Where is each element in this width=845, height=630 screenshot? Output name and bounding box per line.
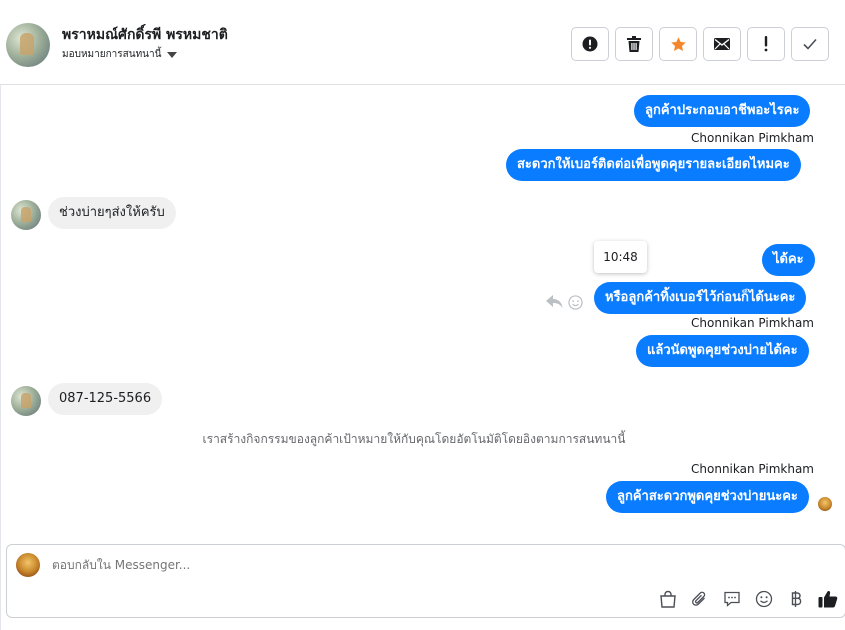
assign-dropdown[interactable]: มอบหมายการสนทนานี้	[62, 47, 178, 62]
paperclip-icon	[692, 591, 706, 606]
message-incoming[interactable]: 087-125-5566	[48, 383, 163, 415]
read-receipt-avatar	[818, 497, 832, 511]
sender-label: Chonnikan Pimkham	[691, 131, 814, 145]
message-outgoing[interactable]: ได้คะ	[762, 244, 815, 276]
exclamation-icon	[764, 36, 768, 52]
mark-spam-button[interactable]	[571, 27, 609, 61]
composer-tools	[657, 588, 839, 610]
mark-done-button[interactable]	[791, 27, 829, 61]
message-incoming[interactable]: ช่วงบ่ายๆส่งให้ครับ	[48, 197, 176, 229]
contact-avatar[interactable]	[6, 23, 50, 67]
attach-button[interactable]	[689, 588, 711, 610]
like-button[interactable]	[817, 588, 839, 610]
conversation-header: พราหมณ์ศักดิ์รพี พรหมชาติ มอบหมายการสนทน…	[0, 5, 845, 85]
timestamp-tooltip: 10:48	[594, 241, 647, 273]
message-outgoing[interactable]: ลูกค้าสะดวกพูดคุยช่วงบ่ายนะคะ	[606, 481, 809, 513]
emoji-react-icon[interactable]	[568, 295, 583, 310]
page-avatar	[16, 553, 40, 577]
reply-icon[interactable]	[546, 295, 563, 309]
alert-circle-icon	[582, 36, 598, 52]
baht-icon	[791, 591, 802, 607]
header-actions	[571, 27, 829, 61]
sender-label: Chonnikan Pimkham	[691, 316, 814, 330]
smiley-icon	[755, 590, 773, 608]
payment-button[interactable]	[785, 588, 807, 610]
assign-label: มอบหมายการสนทนานี้	[62, 49, 162, 60]
mark-unread-button[interactable]	[703, 27, 741, 61]
message-outgoing[interactable]: ลูกค้าประกอบอาชีพอะไรคะ	[634, 95, 811, 127]
check-icon	[803, 38, 817, 50]
shop-button[interactable]	[657, 588, 679, 610]
chat-bubble-icon	[724, 591, 740, 607]
thumbs-up-icon	[818, 590, 838, 608]
shopping-bag-icon	[660, 590, 676, 608]
reply-composer	[6, 544, 845, 618]
delete-button[interactable]	[615, 27, 653, 61]
envelope-icon	[714, 38, 730, 50]
message-outgoing[interactable]: แล้วนัดพูดคุยช่วงบ่ายได้คะ	[636, 335, 809, 367]
message-outgoing[interactable]: สะดวกให้เบอร์ติดต่อเพื่อพูดคุยรายละเอียด…	[506, 149, 801, 181]
emoji-button[interactable]	[753, 588, 775, 610]
message-outgoing[interactable]: หรือลูกค้าทิ้งเบอร์ไว้ก่อนก็ได้นะคะ	[594, 282, 807, 314]
follow-up-button[interactable]	[747, 27, 785, 61]
reply-input[interactable]	[52, 558, 552, 572]
star-icon	[670, 36, 686, 51]
contact-avatar-small	[11, 200, 41, 230]
chevron-down-icon	[167, 51, 178, 58]
saved-replies-button[interactable]	[721, 588, 743, 610]
sender-label: Chonnikan Pimkham	[691, 462, 814, 476]
trash-icon	[627, 36, 641, 52]
contact-avatar-small	[11, 386, 41, 416]
star-button[interactable]	[659, 27, 697, 61]
contact-name[interactable]: พราหมณ์ศักดิ์รพี พรหมชาติ	[62, 24, 228, 46]
system-note: เราสร้างกิจกรรมของลูกค้าเป้าหมายให้กับคุ…	[202, 432, 626, 446]
